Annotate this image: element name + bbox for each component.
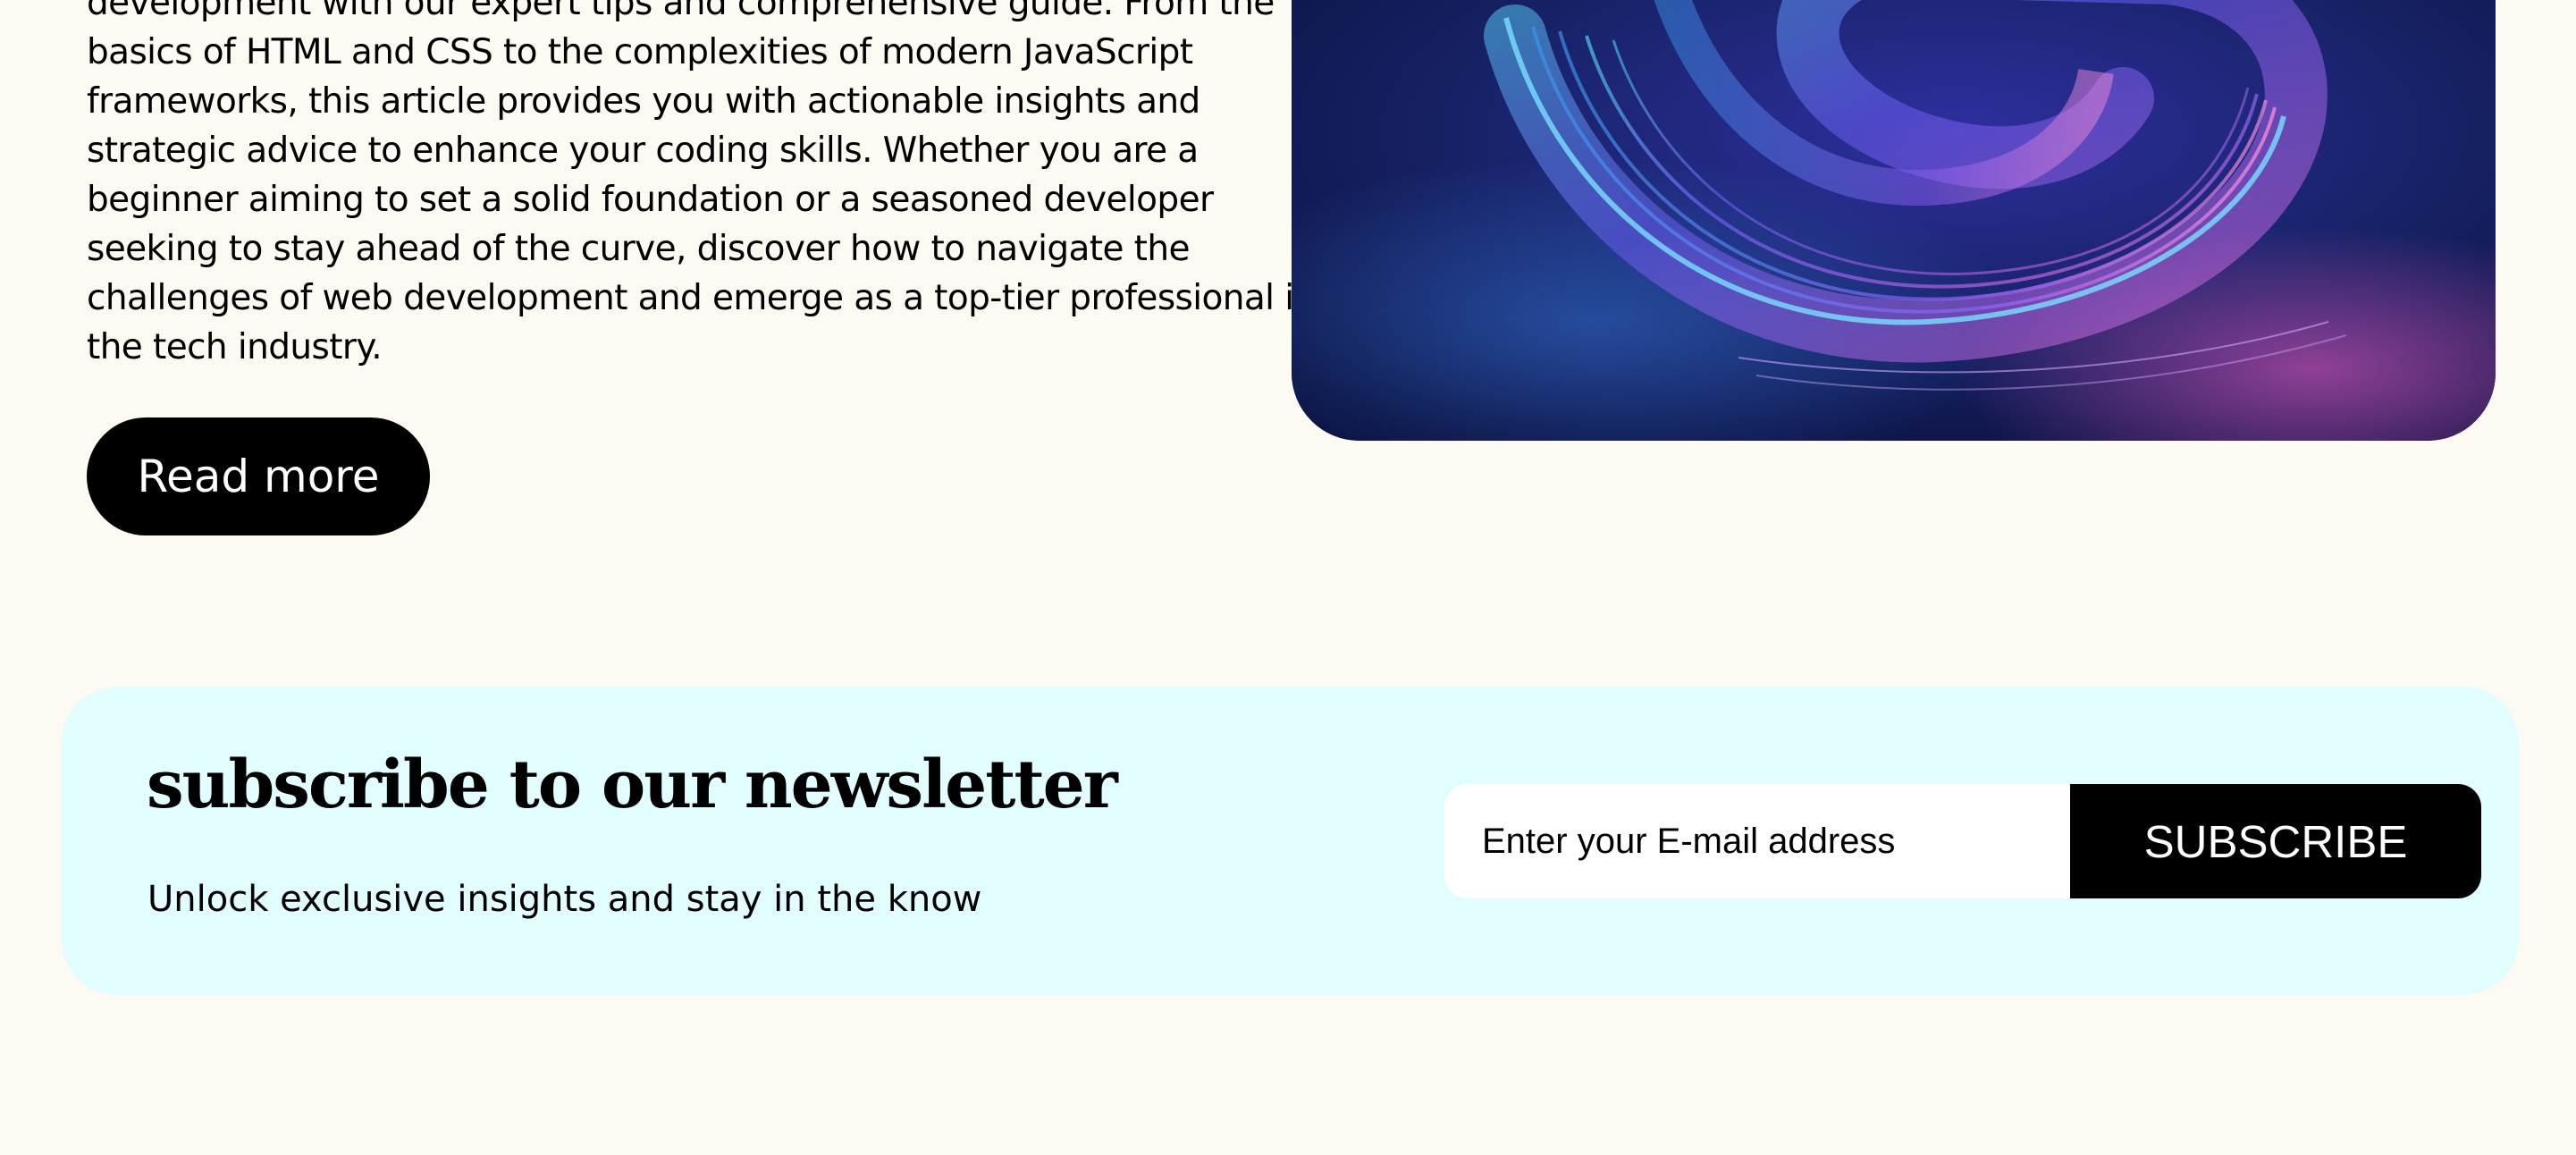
subscribe-button[interactable]: SUBSCRIBE [2070, 784, 2481, 898]
read-more-button[interactable]: Read more [87, 417, 430, 535]
article-hero-image [1292, 0, 2496, 441]
abstract-swirl-illustration [1292, 0, 2496, 441]
newsletter-title: subscribe to our newsletter [147, 746, 1118, 823]
article-intro-text: development with our expert tips and com… [87, 0, 1316, 367]
newsletter-section: subscribe to our newsletter Unlock exclu… [62, 687, 2519, 995]
newsletter-subtitle: Unlock exclusive insights and stay in th… [147, 879, 982, 920]
